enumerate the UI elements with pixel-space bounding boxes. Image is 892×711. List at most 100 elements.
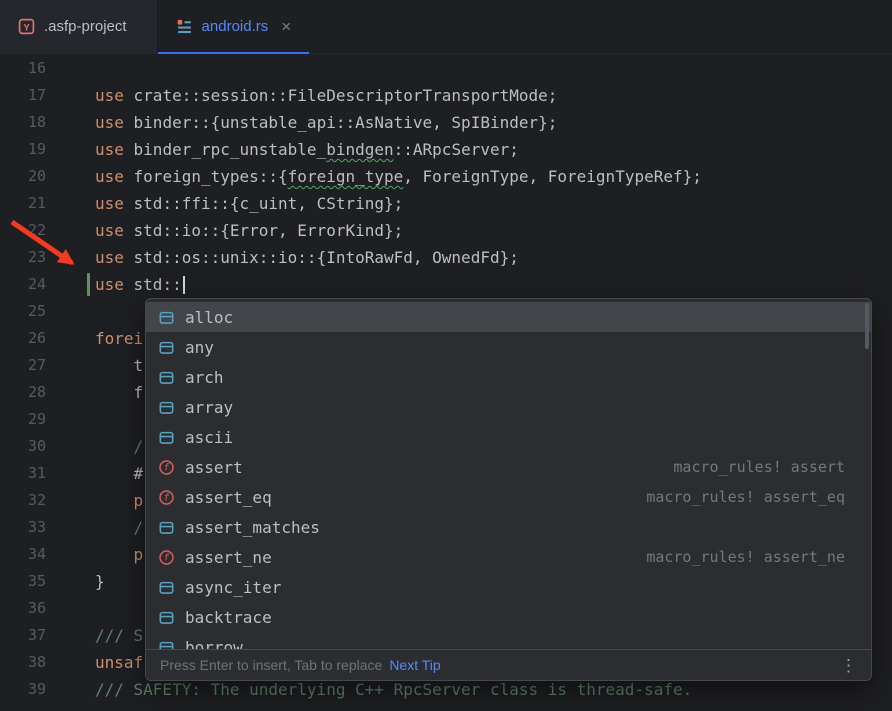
completion-item-assert[interactable]: fassert macro_rules! assert — [146, 452, 871, 482]
completion-label: any — [185, 338, 214, 357]
line-number[interactable]: 28 — [0, 379, 46, 406]
line-number[interactable]: 16 — [0, 55, 46, 82]
code-line-19[interactable]: 19 use binder_rpc_unstable_bindgen::ARpcS… — [0, 136, 892, 163]
tab-android-rs[interactable]: android.rs × — [158, 0, 310, 53]
text-caret — [183, 276, 185, 294]
line-number[interactable]: 26 — [0, 325, 46, 352]
code-line-21[interactable]: 21use std::ffi::{c_uint, CString}; — [0, 190, 892, 217]
code-text: unsaf — [95, 649, 143, 676]
line-number[interactable]: 17 — [0, 82, 46, 109]
line-number[interactable]: 34 — [0, 541, 46, 568]
code-line-16[interactable]: 16 — [0, 55, 892, 82]
macro-icon: f — [158, 489, 175, 506]
code-text: / — [95, 433, 143, 460]
completion-item-alloc[interactable]: alloc — [146, 302, 871, 332]
line-number[interactable]: 21 — [0, 190, 46, 217]
macro-icon: f — [158, 549, 175, 566]
module-icon — [158, 519, 175, 536]
yaml-project-icon: Y — [18, 18, 35, 35]
line-number[interactable]: 30 — [0, 433, 46, 460]
code-text: use std:: — [95, 271, 185, 298]
line-number[interactable]: 38 — [0, 649, 46, 676]
module-icon — [158, 309, 175, 326]
completion-label: assert_ne — [185, 548, 272, 567]
code-line-20[interactable]: 20 use foreign_types::{foreign_type, Fore… — [0, 163, 892, 190]
module-icon — [158, 639, 175, 650]
line-number[interactable]: 36 — [0, 595, 46, 622]
completion-item-any[interactable]: any — [146, 332, 871, 362]
code-line-17[interactable]: 17 use crate::session::FileDescriptorTran… — [0, 82, 892, 109]
svg-text:f: f — [164, 552, 170, 563]
code-text: use binder_rpc_unstable_bindgen::ARpcSer… — [95, 136, 519, 163]
code-text: /// S — [95, 622, 143, 649]
code-line-23[interactable]: 23 use std::os::unix::io::{IntoRawFd, Own… — [0, 244, 892, 271]
completion-item-ascii[interactable]: ascii — [146, 422, 871, 452]
line-number[interactable]: 27 — [0, 352, 46, 379]
line-number[interactable]: 24 — [0, 271, 46, 298]
code-text: / — [95, 514, 143, 541]
line-number[interactable]: 18 — [0, 109, 46, 136]
code-text: use binder::{unstable_api::AsNative, SpI… — [95, 109, 557, 136]
completion-label: async_iter — [185, 578, 281, 597]
code-text: use std::os::unix::io::{IntoRawFd, Owned… — [95, 244, 519, 271]
tab-asfp-project[interactable]: Y .asfp-project — [0, 0, 158, 53]
line-number[interactable]: 37 — [0, 622, 46, 649]
completion-item-backtrace[interactable]: backtrace — [146, 602, 871, 632]
line-number[interactable]: 29 — [0, 406, 46, 433]
macro-icon: f — [158, 459, 175, 476]
completion-item-async_iter[interactable]: async_iter — [146, 572, 871, 602]
line-number[interactable]: 20 — [0, 163, 46, 190]
completion-detail: macro_rules! assert — [673, 458, 845, 476]
code-text: t — [95, 352, 143, 379]
code-text: use foreign_types::{foreign_type, Foreig… — [95, 163, 702, 190]
completion-list: allocanyarcharrayasciifassertmacro_rules… — [146, 299, 871, 649]
line-number[interactable]: 31 — [0, 460, 46, 487]
module-icon — [158, 369, 175, 386]
svg-text:f: f — [164, 492, 170, 503]
more-options-icon[interactable]: ⋮ — [840, 657, 857, 674]
completion-label: borrow — [185, 638, 243, 650]
code-line-18[interactable]: 18 use binder::{unstable_api::AsNative, S… — [0, 109, 892, 136]
line-number[interactable]: 22 — [0, 217, 46, 244]
next-tip-link[interactable]: Next Tip — [389, 657, 440, 673]
code-line-24[interactable]: 24 use std:: — [0, 271, 892, 298]
module-icon — [158, 399, 175, 416]
code-text: # — [95, 460, 143, 487]
completion-item-borrow[interactable]: borrow — [146, 632, 871, 649]
line-number[interactable]: 39 — [0, 676, 46, 703]
completion-item-array[interactable]: array — [146, 392, 871, 422]
ide-window: Y .asfp-project android.rs × 1617 use cra… — [0, 0, 892, 711]
line-number[interactable]: 35 — [0, 568, 46, 595]
svg-text:Y: Y — [23, 22, 30, 33]
completion-label: array — [185, 398, 233, 417]
completion-item-assert_eq[interactable]: f assert_eq macro_rules! assert_eq — [146, 482, 871, 512]
completion-detail: macro_rules! assert_eq — [646, 488, 845, 506]
code-text: use crate::session::FileDescriptorTransp… — [95, 82, 557, 109]
line-number[interactable]: 32 — [0, 487, 46, 514]
line-number[interactable]: 33 — [0, 514, 46, 541]
completion-item-assert_ne[interactable]: fassert_nemacro_rules! assert_ne — [146, 542, 871, 572]
code-text: p — [95, 541, 143, 568]
completion-label: assert_matches — [185, 518, 320, 537]
tab-label: .asfp-project — [44, 18, 127, 35]
module-icon — [158, 339, 175, 356]
code-text: f — [95, 379, 143, 406]
completion-label: ascii — [185, 428, 233, 447]
module-icon — [158, 579, 175, 596]
code-line-22[interactable]: 22use std::io::{Error, ErrorKind}; — [0, 217, 892, 244]
line-number[interactable]: 19 — [0, 136, 46, 163]
completion-label: backtrace — [185, 608, 272, 627]
completion-footer: Press Enter to insert, Tab to replace Ne… — [146, 649, 871, 680]
completion-item-assert_matches[interactable]: assert_matches — [146, 512, 871, 542]
line-number[interactable]: 23 — [0, 244, 46, 271]
popup-scrollbar-thumb[interactable] — [865, 303, 869, 349]
completion-label: assert — [185, 458, 243, 477]
completion-item-arch[interactable]: arch — [146, 362, 871, 392]
line-number[interactable]: 25 — [0, 298, 46, 325]
completion-label: assert_eq — [185, 488, 272, 507]
vcs-change-marker[interactable] — [87, 273, 90, 296]
completion-label: arch — [185, 368, 224, 387]
code-text: p — [95, 487, 143, 514]
close-tab-icon[interactable]: × — [281, 18, 291, 35]
completion-label: alloc — [185, 308, 233, 327]
